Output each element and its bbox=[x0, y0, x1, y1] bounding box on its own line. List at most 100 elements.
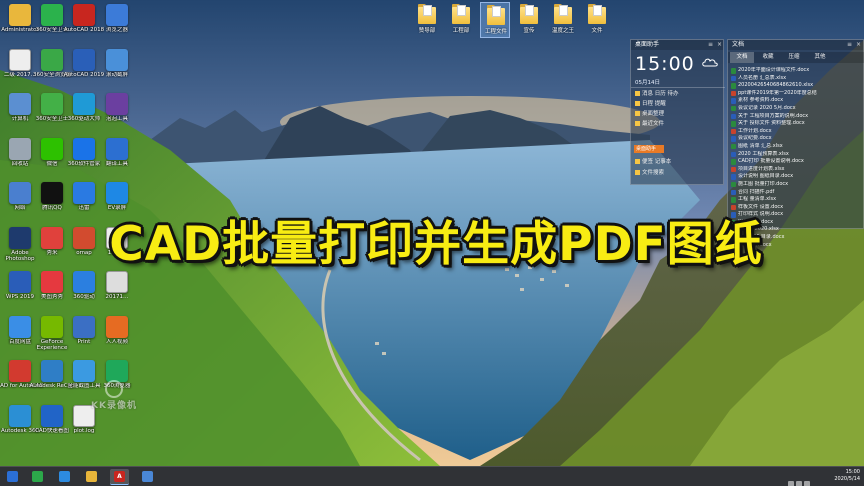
widget-settings-icon[interactable]: ≡ bbox=[707, 41, 714, 48]
assistant-row[interactable]: 最近文件 bbox=[635, 120, 721, 129]
baidu-pan-icon bbox=[9, 315, 31, 338]
folder-icon bbox=[452, 4, 470, 24]
document-file-icon bbox=[731, 90, 736, 97]
desktop-icon[interactable]: Autodesk 360 bbox=[1, 403, 39, 445]
assistant-row[interactable]: 日程 提醒 bbox=[635, 100, 721, 109]
qq-icon bbox=[41, 182, 63, 204]
doc-icon bbox=[9, 48, 31, 71]
assistant-widget-header: 桌面助手 ≡ × bbox=[631, 40, 723, 50]
document-list-item[interactable]: 项目进度计划表.xlsx bbox=[730, 166, 863, 174]
desktop-icon[interactable]: 泡泡工具 bbox=[99, 91, 135, 133]
taskbar-button[interactable] bbox=[55, 469, 74, 485]
desktop-icon[interactable]: 微信 bbox=[34, 136, 70, 178]
folder-icon-item[interactable]: 赞导部 bbox=[412, 2, 442, 38]
document-list-item[interactable]: 图纸 清单 汇总.xlsx bbox=[730, 143, 863, 151]
desktop-icon[interactable]: 360安全卫士 bbox=[34, 91, 70, 133]
document-list-item[interactable]: 2020 工程预算表.xlsx bbox=[730, 151, 863, 159]
desktop-icon[interactable]: 秀米 bbox=[34, 225, 70, 267]
tab-other[interactable]: 其他 bbox=[808, 52, 832, 63]
document-list-item[interactable]: 素材 参考资料.docx bbox=[730, 97, 863, 105]
desktop-icon-label: 浏览之器 bbox=[105, 27, 128, 33]
taskbar-button[interactable] bbox=[82, 469, 101, 485]
desktop-icon[interactable]: WPS 2019 bbox=[2, 269, 38, 311]
document-list-item[interactable]: ppt课件2019年第一2020年度总结 bbox=[730, 90, 863, 98]
document-list-item[interactable]: 人员名册 汇总表.xlsx bbox=[730, 75, 863, 83]
volume-tray-icon[interactable] bbox=[796, 481, 802, 486]
desktop-icon[interactable]: CAD for AutoCAD bbox=[0, 358, 44, 400]
assistant-row-label: 日程 提醒 bbox=[642, 101, 666, 107]
document-list-item[interactable]: 会议记录 2020 5月.docx bbox=[730, 105, 863, 113]
desktop-icon[interactable]: 回收站 bbox=[2, 136, 38, 178]
taskbar-clock[interactable]: 15:00 2020/5/14 bbox=[820, 469, 860, 485]
widget-close-icon[interactable]: × bbox=[716, 41, 723, 48]
document-list-item[interactable]: 设计说明 图纸目录.docx bbox=[730, 173, 863, 181]
document-file-icon bbox=[731, 83, 736, 89]
assistant-row[interactable]: 便签 记事本 bbox=[635, 158, 721, 167]
desktop-icon[interactable]: 美图秀秀 bbox=[34, 269, 70, 311]
widget-divider bbox=[631, 87, 725, 88]
assistant-row[interactable]: 消息 日历 待办 bbox=[635, 90, 721, 99]
desktop-assistant-widget[interactable]: 桌面助手 ≡ × 15:00 05月14日 消息 日历 待办 日程 提醒 桌面整… bbox=[630, 39, 725, 185]
desktop-icon[interactable]: Adobe Photoshop bbox=[2, 225, 38, 267]
document-list-item[interactable]: 关于 工程项目方案的说明.docx bbox=[730, 113, 863, 121]
document-list-item[interactable]: 施工图 批量打印.docx bbox=[730, 181, 863, 189]
desktop-icon[interactable]: 翻译工具 bbox=[99, 136, 135, 178]
document-name: 2020 工程预算表.xlsx bbox=[738, 150, 789, 157]
document-list-item[interactable]: 2020年平面设计课程文件.docx bbox=[730, 67, 863, 75]
documents-widget[interactable]: 文档 ≡ × 文档 收藏 压缩 其他 2020年平面设计课程文件.docx 人员名… bbox=[727, 39, 864, 249]
desktop-icon[interactable]: Autodesk ReCap bbox=[29, 358, 75, 400]
assistant-row[interactable]: 文件搜索 bbox=[635, 169, 721, 178]
desktop-icon[interactable]: 二级 2017… bbox=[2, 47, 38, 89]
document-name: 关于 投标文件 资料整理.docx bbox=[738, 120, 805, 127]
tab-archives[interactable]: 压缩 bbox=[782, 52, 806, 63]
desktop-icon[interactable]: AutoCAD 2019 bbox=[64, 47, 104, 89]
taskbar-button[interactable] bbox=[3, 469, 22, 485]
desktop-icon[interactable]: 计算机 bbox=[2, 91, 38, 133]
document-list-item[interactable]: 20200426540684862610.xlsx bbox=[730, 82, 863, 90]
desktop-icon[interactable]: AutoCAD 2018 bbox=[64, 2, 104, 44]
desktop-icon[interactable]: CAD快速看图 bbox=[34, 403, 70, 445]
document-list-item[interactable]: 工作计划.docx bbox=[730, 128, 863, 136]
document-name: 工作计划.docx bbox=[738, 127, 772, 134]
recorder-icon bbox=[106, 182, 128, 204]
widget-settings-icon[interactable]: ≡ bbox=[846, 41, 853, 48]
desktop-icon[interactable]: 360软件管家 bbox=[66, 136, 102, 178]
folder-icon-item[interactable]: 宣传 bbox=[514, 2, 544, 38]
desktop-icon[interactable]: 人人视频 bbox=[99, 314, 135, 356]
document-list-item[interactable]: 合同 扫描件.pdf bbox=[730, 189, 863, 197]
desktop-icon[interactable]: 360安全浏览器 bbox=[33, 47, 71, 89]
desktop-icon[interactable]: Administrator bbox=[1, 2, 39, 44]
taskbar-button[interactable] bbox=[138, 469, 157, 485]
document-list-item[interactable]: 关于 投标文件 资料整理.docx bbox=[730, 120, 863, 128]
video-app-icon bbox=[106, 315, 128, 338]
desktop-icon[interactable]: 浏览之器 bbox=[99, 2, 135, 44]
folder-icon-item[interactable]: 工程文件 bbox=[480, 2, 510, 38]
input-method-tray-icon[interactable] bbox=[804, 481, 810, 486]
desktop-icon[interactable]: 滚动截屏 bbox=[99, 47, 135, 89]
tab-favorites[interactable]: 收藏 bbox=[756, 52, 780, 63]
assistant-button[interactable]: 桌面助手 bbox=[634, 145, 664, 153]
folder-icon-item[interactable]: 工程部 bbox=[446, 2, 476, 38]
taskbar-button[interactable] bbox=[28, 469, 47, 485]
desktop-icon[interactable]: 腾讯QQ bbox=[34, 180, 70, 222]
assistant-row[interactable]: 桌面整理 bbox=[635, 110, 721, 119]
folder-icon-item[interactable]: 温度之王 bbox=[548, 2, 578, 38]
tab-documents[interactable]: 文档 bbox=[730, 52, 754, 63]
document-list-item[interactable]: 样板文件 设置.docx bbox=[730, 204, 863, 212]
network-tray-icon[interactable] bbox=[788, 481, 794, 486]
desktop-icon[interactable]: GeForce Experience bbox=[34, 314, 70, 356]
printer-icon bbox=[73, 315, 95, 338]
desktop-icon[interactable]: 360驱动大师 bbox=[66, 91, 102, 133]
document-list-item[interactable]: 会议纪要.docx bbox=[730, 135, 863, 143]
taskbar-button[interactable]: A bbox=[110, 469, 129, 485]
system-tray-icons[interactable] bbox=[786, 472, 816, 486]
desktop-icon[interactable]: 360安全卫士 bbox=[34, 2, 70, 44]
documents-widget-header: 文档 ≡ × bbox=[728, 40, 863, 50]
widget-close-icon[interactable]: × bbox=[855, 41, 862, 48]
folder-icon-item[interactable]: 文件 bbox=[582, 2, 612, 38]
desktop-icon[interactable]: 网络 bbox=[2, 180, 38, 222]
document-list-item[interactable]: CAD打印 批量设置说明.docx bbox=[730, 158, 863, 166]
document-list-item[interactable]: 工程 量清单.xlsx bbox=[730, 196, 863, 204]
desktop-icon[interactable]: Print bbox=[66, 314, 102, 356]
row-icon bbox=[635, 159, 640, 164]
